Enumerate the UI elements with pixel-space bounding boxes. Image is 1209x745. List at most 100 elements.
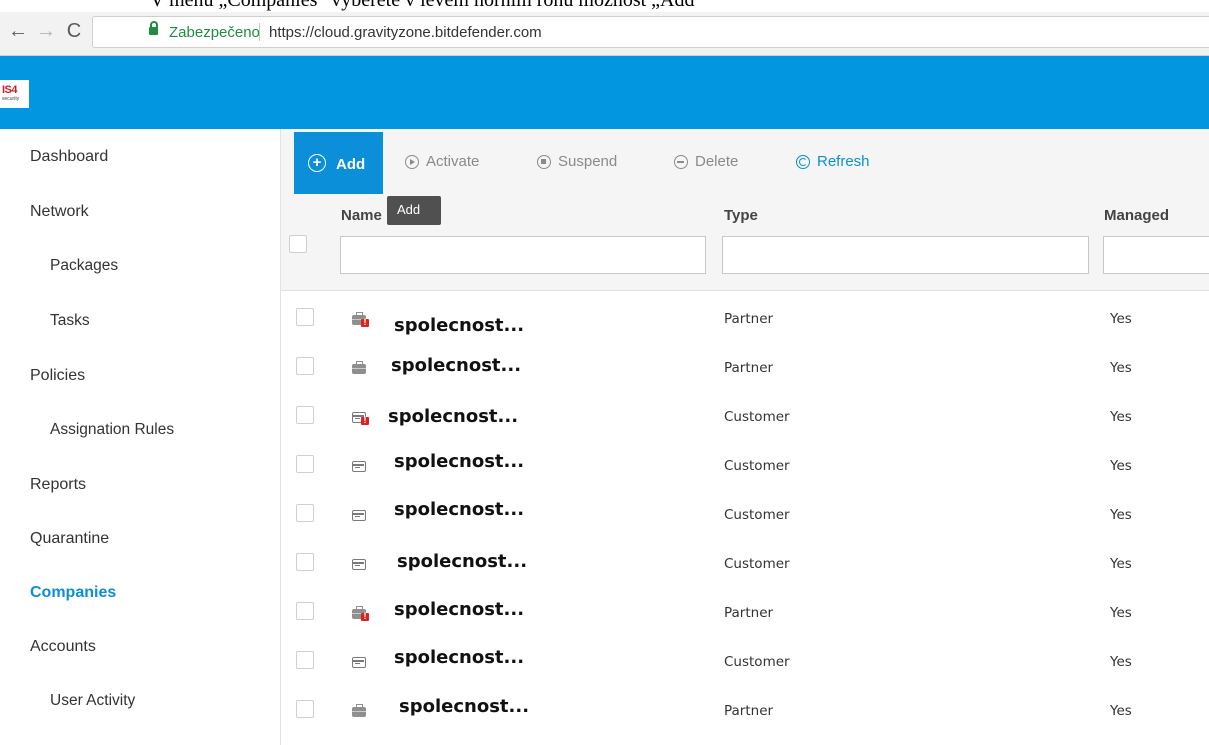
row-checkbox[interactable]	[296, 455, 314, 473]
table-row[interactable]: spolecnost... Customer Yes	[281, 443, 1209, 492]
sidebar-item-assignation-rules[interactable]: Assignation Rules	[50, 421, 174, 439]
company-managed: Yes	[1110, 458, 1132, 474]
suspend-label: Suspend	[558, 153, 618, 170]
partner-alert-icon	[352, 606, 369, 621]
sidebar-item-network[interactable]: Network	[30, 203, 89, 221]
url-divider	[259, 23, 260, 41]
row-checkbox[interactable]	[296, 651, 314, 669]
activate-label: Activate	[426, 153, 480, 170]
company-type: Customer	[724, 507, 790, 523]
company-logo[interactable]: IS4 security	[0, 80, 29, 108]
table-row[interactable]: spolecnost... Customer Yes	[281, 541, 1209, 590]
company-managed: Yes	[1110, 311, 1132, 327]
company-managed: Yes	[1110, 556, 1132, 572]
company-name-link[interactable]: spolecnost...	[397, 551, 527, 572]
row-checkbox[interactable]	[296, 504, 314, 522]
row-checkbox[interactable]	[296, 357, 314, 375]
action-toolbar: + Add Activate Suspend Delete Refresh	[281, 129, 1209, 194]
company-name-link[interactable]: spolecnost...	[391, 355, 521, 376]
reload-icon[interactable]: C	[62, 19, 86, 43]
column-header-type[interactable]: Type	[724, 207, 758, 224]
company-name-link[interactable]: spolecnost...	[399, 696, 529, 717]
lock-icon	[149, 21, 158, 35]
row-checkbox[interactable]	[296, 308, 314, 326]
company-managed: Yes	[1110, 703, 1132, 719]
select-all-checkbox[interactable]	[289, 235, 307, 253]
delete-label: Delete	[695, 153, 739, 170]
company-type: Customer	[724, 654, 790, 670]
company-type: Customer	[724, 458, 790, 474]
sidebar-item-quarantine[interactable]: Quarantine	[30, 530, 109, 548]
table-row[interactable]: spolecnost... Partner Yes	[281, 590, 1209, 639]
activate-button[interactable]: Activate	[405, 153, 479, 170]
table-row[interactable]: spolecnost... Partner Yes	[281, 345, 1209, 394]
play-circle-icon	[405, 155, 419, 169]
add-button-label: Add	[336, 156, 366, 173]
table-row[interactable]: spolecnost... Partner Yes	[281, 688, 1209, 737]
table-row[interactable]: spolecnost... Customer Yes	[281, 492, 1209, 541]
address-bar[interactable]: Zabezpečeno https://cloud.gravityzone.bi…	[92, 16, 1209, 48]
company-name-link[interactable]: spolecnost...	[388, 406, 518, 427]
company-managed: Yes	[1110, 605, 1132, 621]
sidebar-item-accounts[interactable]: Accounts	[30, 638, 96, 656]
minus-circle-icon	[674, 155, 688, 169]
back-arrow-icon[interactable]: ←	[6, 19, 30, 43]
refresh-icon	[796, 155, 810, 169]
sidebar-nav: Dashboard Network Packages Tasks Policie…	[0, 129, 281, 745]
partner-icon	[352, 361, 368, 375]
table-row[interactable]: spolecnost... Customer Yes	[281, 394, 1209, 443]
row-checkbox[interactable]	[296, 406, 314, 424]
type-filter-select[interactable]	[722, 236, 1089, 274]
add-tooltip: Add	[387, 196, 441, 225]
secure-label: Zabezpečeno	[169, 24, 260, 41]
company-name-link[interactable]: spolecnost...	[394, 599, 524, 620]
partner-alert-icon	[352, 312, 369, 327]
sidebar-item-companies[interactable]: Companies	[30, 584, 116, 602]
suspend-button[interactable]: Suspend	[537, 153, 617, 170]
company-managed: Yes	[1110, 654, 1132, 670]
sidebar-item-user-activity[interactable]: User Activity	[50, 692, 135, 710]
app-header: IS4 security	[0, 56, 1209, 129]
sidebar-item-dashboard[interactable]: Dashboard	[30, 148, 108, 166]
plus-circle-icon: +	[308, 154, 326, 172]
table-row[interactable]: spolecnost... Customer Yes	[281, 639, 1209, 688]
refresh-button[interactable]: Refresh	[796, 153, 870, 170]
name-filter-input[interactable]	[340, 236, 706, 274]
column-header-managed[interactable]: Managed	[1104, 207, 1169, 224]
caption-text: V menu „Companies“ vyberete v levém horn…	[150, 0, 704, 11]
column-header-name[interactable]: Name	[341, 207, 382, 224]
company-type: Partner	[724, 360, 774, 376]
company-name-link[interactable]: spolecnost...	[394, 499, 524, 520]
sidebar-item-reports[interactable]: Reports	[30, 476, 86, 494]
tooltip-text: Add	[397, 202, 421, 217]
row-checkbox[interactable]	[296, 602, 314, 620]
sidebar-item-policies[interactable]: Policies	[30, 367, 85, 385]
company-type: Customer	[724, 556, 790, 572]
document-caption: V menu „Companies“ vyberete v levém horn…	[0, 0, 1209, 12]
company-name-link[interactable]: spolecnost...	[394, 451, 524, 472]
company-managed: Yes	[1110, 360, 1132, 376]
refresh-label: Refresh	[817, 153, 870, 170]
add-button[interactable]: + Add	[294, 132, 383, 194]
table-row[interactable]: spolecnost... Partner Yes	[281, 296, 1209, 345]
customer-icon	[352, 655, 368, 669]
delete-button[interactable]: Delete	[674, 153, 738, 170]
customer-icon	[352, 508, 368, 522]
company-type: Partner	[724, 605, 774, 621]
company-type: Partner	[724, 703, 774, 719]
company-type: Customer	[724, 409, 790, 425]
sidebar-item-tasks[interactable]: Tasks	[50, 312, 90, 330]
browser-toolbar: ← → C Zabezpečeno https://cloud.gravityz…	[0, 12, 1209, 56]
company-name-link[interactable]: spolecnost...	[394, 315, 524, 336]
forward-arrow-icon[interactable]: →	[34, 19, 58, 43]
managed-filter-select[interactable]	[1103, 236, 1209, 274]
company-name-link[interactable]: spolecnost...	[394, 647, 524, 668]
sidebar-item-packages[interactable]: Packages	[50, 257, 118, 275]
row-checkbox[interactable]	[296, 700, 314, 718]
row-checkbox[interactable]	[296, 553, 314, 571]
partner-icon	[352, 704, 368, 718]
company-managed: Yes	[1110, 409, 1132, 425]
company-managed: Yes	[1110, 507, 1132, 523]
customer-icon	[352, 557, 368, 571]
url-text[interactable]: https://cloud.gravityzone.bitdefender.co…	[269, 24, 542, 41]
